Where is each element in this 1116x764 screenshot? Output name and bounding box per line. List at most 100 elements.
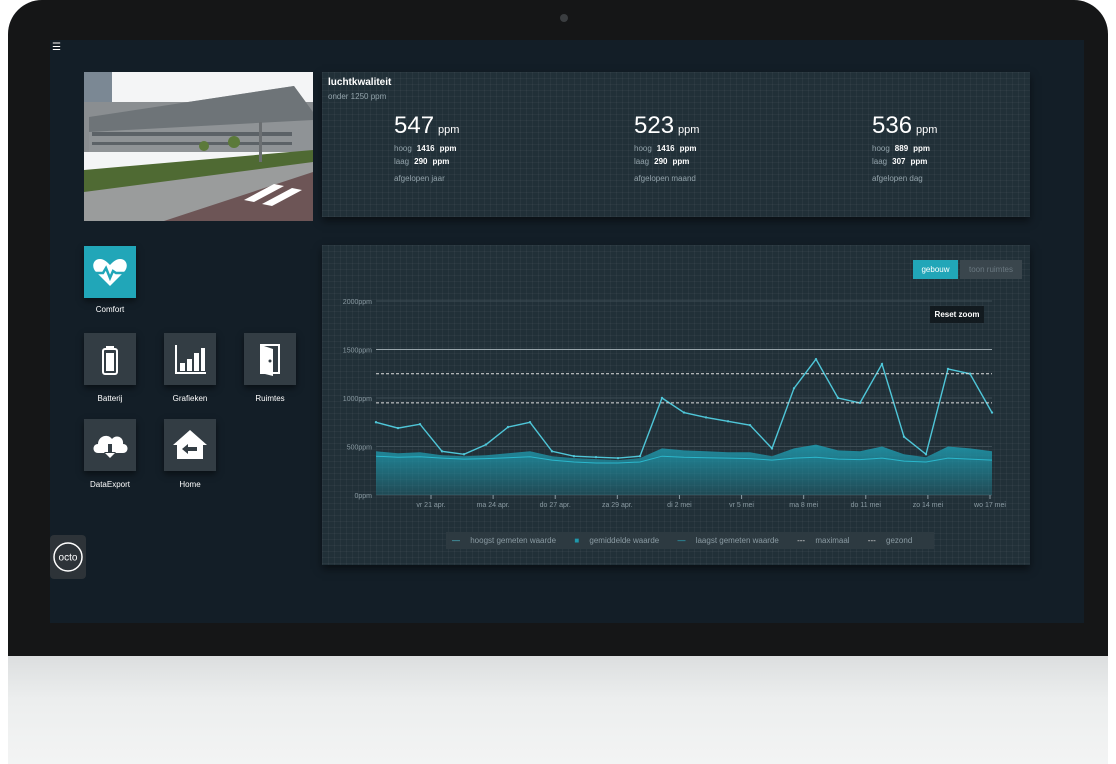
series-hoogst-point [836, 396, 840, 400]
series-hoogst-point [528, 421, 532, 424]
stat-laag-value: 290 [414, 157, 428, 166]
y-tick-label: 1500ppm [343, 348, 372, 355]
stat-unit: ppm [678, 124, 700, 136]
hamburger-menu-icon[interactable]: ☰ [52, 43, 61, 53]
building-photo [84, 72, 313, 221]
comfort-label: Comfort [95, 305, 125, 314]
comfort-tile[interactable] [84, 246, 136, 298]
stat-laag-unit: ppm [432, 157, 450, 166]
home-icon [173, 430, 207, 459]
series-hoogst-point [462, 453, 466, 456]
series-hoogst-point [506, 425, 510, 429]
series-hoogst-point [484, 443, 488, 446]
stat-laag-label: laag [872, 157, 888, 166]
series-hoogst-point [858, 401, 862, 405]
octo-logo-text: octo [59, 553, 78, 564]
series-hoogst-point [660, 396, 664, 400]
stat-period: maand [671, 174, 696, 183]
legend-item-laagst[interactable]: — laagst gemeten waarde [677, 536, 786, 545]
stat-hoog-label: hoog [872, 144, 890, 153]
batterij-tile[interactable] [84, 333, 136, 385]
series-hoogst-point [968, 372, 972, 375]
stat-laag-label: laag [634, 157, 650, 166]
cloud-download-icon [93, 435, 128, 459]
series-hoogst-point [638, 455, 642, 458]
series-hoogst-point [924, 453, 928, 456]
stat-laag-unit: ppm [910, 157, 928, 166]
stat-value: 536 [872, 112, 913, 139]
stat-laag-value: 307 [892, 157, 906, 166]
heart-pulse-icon [93, 259, 127, 286]
stat-unit: ppm [916, 124, 938, 136]
stat-day: 536 ppm hoog 889 ppm laag 307 ppm afgelopen d… [872, 112, 1042, 183]
stat-unit: ppm [438, 124, 460, 136]
series-hoogst-point [572, 455, 576, 458]
dashboard-screen: ☰ luchtkwaliteit onder 1250 ppm 547 ppm … [50, 40, 1084, 623]
stat-period-label: afgelopen [394, 174, 430, 183]
x-tick-label: za 29 apr. [602, 502, 633, 509]
x-tick-label: wo 17 mei [973, 502, 1006, 509]
series-hoogst-point [726, 420, 730, 423]
batterij-label: Batterij [97, 394, 123, 403]
series-hoogst-point [792, 387, 796, 390]
series-hoogst-point [770, 447, 774, 450]
stat-hoog-unit: ppm [913, 144, 931, 153]
stat-hoog-unit: ppm [679, 144, 697, 153]
grafieken-label: Grafieken [172, 394, 208, 403]
air-quality-subtitle: onder 1250 ppm [328, 92, 387, 101]
series-hoogst-point [902, 435, 906, 438]
stat-hoog-value: 889 [894, 144, 909, 153]
series-hoogst-point [682, 411, 686, 414]
stat-period: dag [909, 174, 923, 183]
dataexport-tile[interactable] [84, 419, 136, 471]
battery-icon [102, 346, 118, 375]
legend-item-gezond[interactable]: --- gezond [868, 536, 920, 545]
stat-year: 547 ppm hoog 1416 ppm laag 290 ppm afgelopen … [394, 112, 564, 183]
stat-hoog-unit: ppm [439, 144, 457, 153]
y-tick-label: 0ppm [354, 493, 372, 500]
series-hoogst-point [946, 367, 950, 371]
y-tick-label: 1000ppm [343, 396, 372, 403]
x-tick-label: zo 14 mei [913, 502, 944, 509]
reset-zoom-button[interactable]: Reset zoom [930, 306, 984, 323]
co2-chart[interactable]: 0ppm 500ppm 1000ppm 1500ppm 2000ppm vr 21 apr… [322, 245, 1030, 565]
monitor-bezel: ☰ luchtkwaliteit onder 1250 ppm 547 ppm … [8, 0, 1108, 658]
legend-item-maximaal[interactable]: --- maximaal [797, 536, 857, 545]
legend-item-gemiddeld[interactable]: ■ gemiddelde waarde [574, 536, 667, 545]
stat-hoog-value: 1416 [416, 144, 435, 153]
stat-period-label: afgelopen [872, 174, 908, 183]
building-photo-image [84, 72, 313, 221]
ruimtes-tile[interactable] [244, 333, 296, 385]
series-hoogst-point [440, 450, 444, 453]
home-label: Home [179, 480, 201, 489]
stat-hoog-label: hoog [634, 144, 652, 153]
x-tick-label: ma 24 apr. [477, 502, 510, 509]
stat-hoog-value: 1416 [656, 144, 675, 153]
series-hoogst-point [990, 411, 994, 414]
camera-icon [560, 14, 568, 22]
imac-monitor: ☰ luchtkwaliteit onder 1250 ppm 547 ppm … [8, 0, 1108, 764]
y-tick-label: 2000ppm [343, 299, 372, 306]
air-quality-title: luchtkwaliteit [328, 77, 392, 88]
stat-laag-label: laag [394, 157, 410, 166]
stat-laag-value: 290 [654, 157, 668, 166]
stat-hoog-label: hoog [394, 144, 412, 153]
home-tile[interactable] [164, 419, 216, 471]
series-hoogst-point [550, 450, 554, 453]
octo-logo-mark: octo [53, 542, 83, 572]
stat-period: jaar [431, 174, 445, 183]
stat-month: 523 ppm hoog 1416 ppm laag 290 ppm afgelopen … [634, 112, 804, 183]
chart-legend: — hoogst gemeten waarde ■ gemiddelde waa… [446, 532, 935, 549]
dataexport-label: DataExport [89, 480, 131, 489]
grafieken-tile[interactable] [164, 333, 216, 385]
octo-logo[interactable]: octo [50, 535, 86, 579]
chart-panel: gebouw toon ruimtes 0ppm 500ppm 1000ppm 150… [322, 245, 1030, 565]
x-tick-label: vr 5 mei [729, 502, 754, 509]
door-icon [260, 344, 280, 376]
monitor-chin [8, 656, 1108, 764]
y-tick-label: 500ppm [347, 445, 372, 452]
x-tick-label: do 27 apr. [540, 502, 571, 509]
series-hoogst-point [418, 422, 422, 426]
series-hoogst-point [396, 426, 400, 430]
legend-item-hoogst[interactable]: — hoogst gemeten waarde [452, 536, 564, 545]
